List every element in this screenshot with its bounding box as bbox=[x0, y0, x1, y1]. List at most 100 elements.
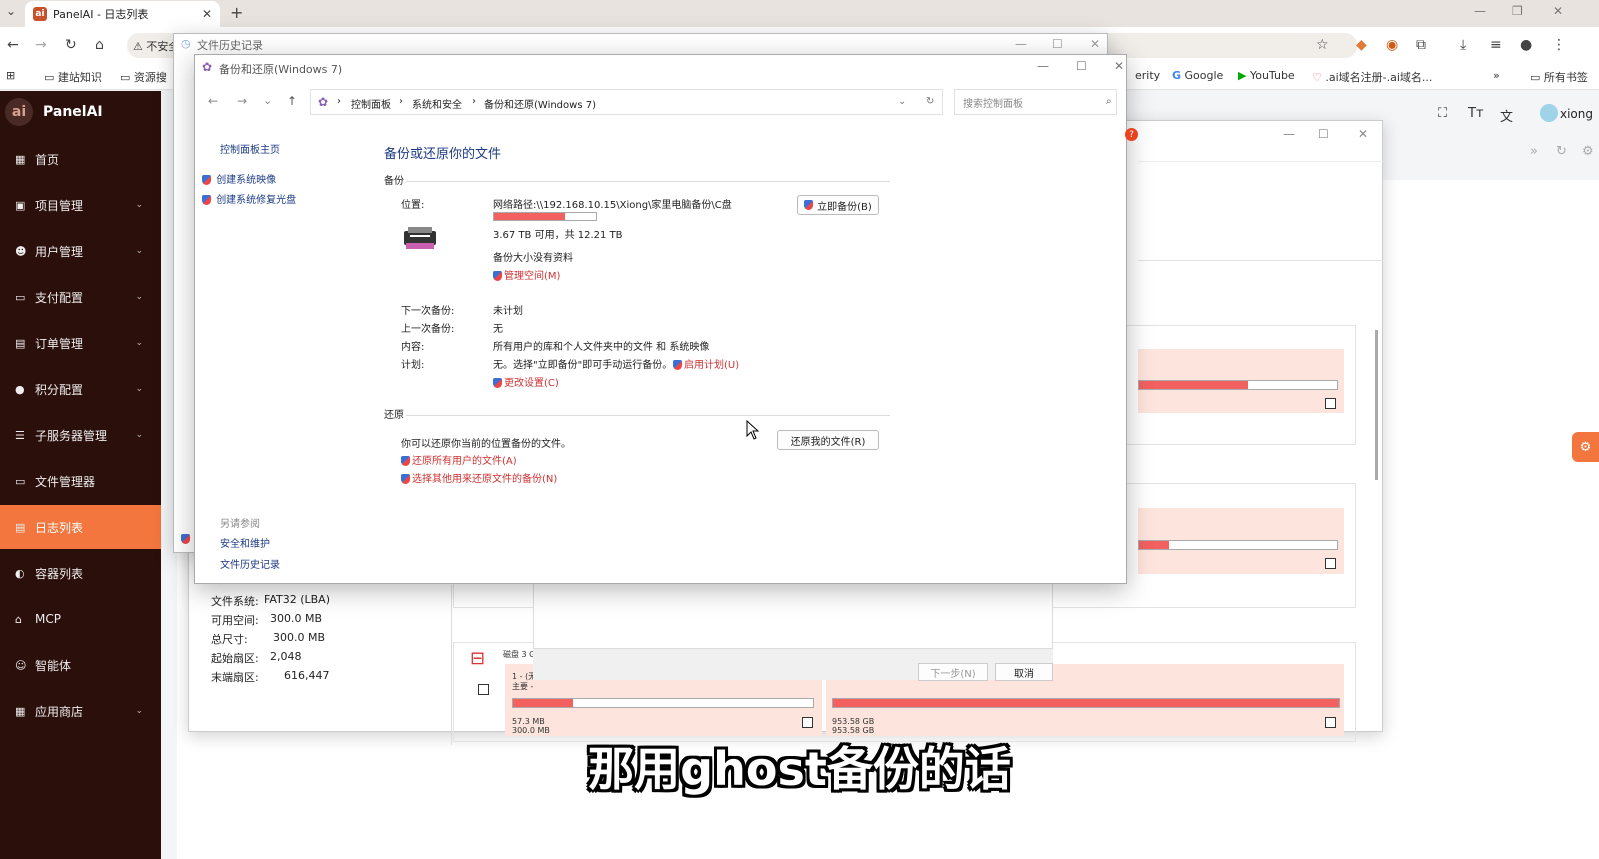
select-other-backup-link[interactable]: 选择其他用来还原文件的备份(N) bbox=[401, 470, 557, 485]
nav-item-points[interactable]: ● 积分配置 ⌄ bbox=[0, 367, 161, 411]
home-icon[interactable]: ⌂ bbox=[95, 37, 104, 53]
refresh-icon[interactable]: ↻ bbox=[1556, 144, 1567, 159]
nav-item-files[interactable]: ▭ 文件管理器 bbox=[0, 459, 161, 503]
floating-settings-button[interactable]: ⚙ bbox=[1572, 432, 1599, 462]
breadcrumb-item[interactable]: 备份和还原(Windows 7) bbox=[484, 96, 596, 111]
minimize-icon[interactable]: — bbox=[1015, 37, 1027, 51]
shield-icon bbox=[181, 532, 192, 545]
disk-label: 磁盘 3 G bbox=[503, 650, 536, 659]
bookmark-item[interactable]: erity bbox=[1135, 69, 1160, 82]
bookmark-item[interactable]: ▭ 资源搜 bbox=[120, 69, 167, 85]
back-icon[interactable]: ← bbox=[7, 37, 19, 53]
download-icon[interactable]: ⤓ bbox=[1460, 37, 1466, 53]
nav-item-projects[interactable]: ▣ 项目管理 ⌄ bbox=[0, 183, 161, 227]
close-icon[interactable]: ✕ bbox=[1114, 59, 1124, 73]
nav-item-orders[interactable]: ▤ 订单管理 ⌄ bbox=[0, 321, 161, 365]
restore-all-users-link[interactable]: 还原所有用户的文件(A) bbox=[401, 452, 517, 467]
address-bar[interactable] bbox=[310, 89, 943, 115]
media-icon[interactable]: ≡ bbox=[1490, 37, 1502, 53]
bookmark-item[interactable]: ▶ YouTube bbox=[1238, 69, 1295, 82]
apps-grid-icon[interactable]: ⊞ bbox=[6, 69, 15, 82]
bookmark-item[interactable]: G Google bbox=[1172, 69, 1223, 82]
font-size-icon[interactable]: Tт bbox=[1468, 106, 1484, 121]
video-subtitle: 那用ghost备份的话 bbox=[588, 742, 1011, 796]
backup-now-button[interactable]: 立即备份(B) bbox=[797, 195, 879, 215]
extension-icon[interactable]: ◆ bbox=[1356, 37, 1367, 53]
next-button[interactable]: 下一步(N) bbox=[918, 663, 988, 681]
menu-icon[interactable]: ⋮ bbox=[1552, 37, 1566, 53]
maximize-icon[interactable]: ☐ bbox=[1076, 59, 1087, 73]
close-icon[interactable]: ✕ bbox=[1090, 37, 1100, 51]
order-icon: ▤ bbox=[15, 336, 26, 350]
brand[interactable]: ai PanelAI bbox=[5, 98, 103, 126]
restore-icon[interactable]: ❐ bbox=[1512, 4, 1523, 18]
breadcrumb-item[interactable]: 控制面板 bbox=[351, 96, 391, 111]
profile-avatar-icon[interactable]: ● bbox=[1520, 37, 1532, 53]
partition-checkbox[interactable] bbox=[1325, 558, 1336, 569]
nav-item-logs[interactable]: ▤ 日志列表 bbox=[0, 505, 161, 549]
nav-item-containers[interactable]: ◐ 容器列表 bbox=[0, 551, 161, 595]
security-maintenance-link[interactable]: 安全和维护 bbox=[220, 535, 270, 550]
nav-item-payment[interactable]: ▭ 支付配置 ⌄ bbox=[0, 275, 161, 319]
create-system-image-link[interactable]: 创建系统映像 bbox=[202, 171, 276, 186]
search-input[interactable]: 搜索控制面板 bbox=[954, 89, 1117, 115]
divider bbox=[406, 181, 890, 182]
nav-item-agents[interactable]: ☺ 智能体 bbox=[0, 643, 161, 687]
forward-icon[interactable]: → bbox=[35, 37, 47, 53]
extensions-puzzle-icon[interactable]: ⧉ bbox=[1416, 37, 1426, 53]
partition-checkbox[interactable] bbox=[1325, 398, 1336, 409]
nav-item-store[interactable]: ▦ 应用商店 ⌄ bbox=[0, 689, 161, 733]
server-icon: ☰ bbox=[15, 428, 25, 442]
extension-circle-icon[interactable]: ◉ bbox=[1386, 37, 1398, 53]
minimize-icon[interactable]: — bbox=[1474, 4, 1486, 18]
recent-icon[interactable]: ⌄ bbox=[263, 94, 272, 107]
settings-icon[interactable]: ⚙ bbox=[1582, 144, 1594, 159]
close-icon[interactable]: ✕ bbox=[1553, 4, 1563, 18]
avatar[interactable] bbox=[1540, 104, 1558, 122]
nav-item-home[interactable]: ▦ 首页 bbox=[0, 137, 161, 181]
bookmark-star-icon[interactable]: ☆ bbox=[1316, 37, 1329, 53]
cancel-button[interactable]: 取消 bbox=[995, 663, 1053, 681]
reload-icon[interactable]: ↻ bbox=[65, 37, 77, 53]
scrollbar[interactable] bbox=[1375, 330, 1378, 480]
expand-icon[interactable]: » bbox=[1530, 144, 1538, 159]
agent-icon: ☺ bbox=[15, 658, 27, 672]
control-panel-home-link[interactable]: 控制面板主页 bbox=[220, 141, 280, 156]
forward-icon[interactable]: → bbox=[237, 94, 247, 108]
tab-search-icon[interactable]: ⌄ bbox=[6, 4, 16, 18]
close-tab-icon[interactable]: ✕ bbox=[202, 7, 212, 21]
enable-schedule-link[interactable]: 启用计划(U) bbox=[673, 356, 739, 371]
manage-space-link[interactable]: 管理空间(M) bbox=[493, 267, 560, 282]
nav-item-users[interactable]: ☻ 用户管理 ⌄ bbox=[0, 229, 161, 273]
chevron-down-icon[interactable]: ⌄ bbox=[898, 96, 906, 107]
space-text: 3.67 TB 可用，共 12.21 TB bbox=[493, 230, 623, 241]
user-name[interactable]: xiong bbox=[1560, 107, 1593, 121]
shield-icon bbox=[493, 378, 502, 388]
file-history-link[interactable]: 文件历史记录 bbox=[220, 556, 280, 571]
breadcrumb-item[interactable]: 系统和安全 bbox=[412, 96, 462, 111]
maximize-icon[interactable]: ☐ bbox=[1052, 37, 1063, 51]
partition-checkbox[interactable] bbox=[1325, 717, 1336, 728]
partition-checkbox[interactable] bbox=[802, 717, 813, 728]
change-settings-link[interactable]: 更改设置(C) bbox=[493, 374, 559, 389]
new-tab-icon[interactable]: + bbox=[230, 3, 243, 22]
browser-tab[interactable]: ai PanelAI - 日志列表 ✕ bbox=[25, 1, 220, 27]
fullscreen-icon[interactable]: ⛶ bbox=[1438, 106, 1447, 121]
restore-files-button[interactable]: 还原我的文件(R) bbox=[777, 430, 879, 450]
help-icon[interactable]: ? bbox=[1125, 128, 1138, 141]
nav-item-mcp[interactable]: ⌂ MCP bbox=[0, 597, 161, 641]
translate-icon[interactable]: 文 bbox=[1500, 106, 1513, 125]
bookmark-item[interactable]: ♡ .ai域名注册-.ai域名... bbox=[1312, 69, 1432, 85]
minimize-icon[interactable]: — bbox=[1037, 59, 1049, 73]
nav-item-servers[interactable]: ☰ 子服务器管理 ⌄ bbox=[0, 413, 161, 457]
refresh-icon[interactable]: ↻ bbox=[926, 96, 934, 107]
more-bookmarks-icon[interactable]: » bbox=[1493, 69, 1500, 82]
back-icon[interactable]: ← bbox=[208, 94, 218, 108]
create-repair-disc-link[interactable]: 创建系统修复光盘 bbox=[202, 191, 296, 206]
up-icon[interactable]: ↑ bbox=[287, 94, 297, 108]
bookmark-item[interactable]: ▭ 建站知识 bbox=[44, 69, 102, 85]
search-icon[interactable]: ⌕ bbox=[1106, 96, 1112, 107]
info-value: 300.0 MB bbox=[273, 631, 326, 644]
bookmark-folder[interactable]: ▭ 所有书签 bbox=[1530, 69, 1588, 85]
disk-checkbox[interactable] bbox=[478, 684, 489, 695]
